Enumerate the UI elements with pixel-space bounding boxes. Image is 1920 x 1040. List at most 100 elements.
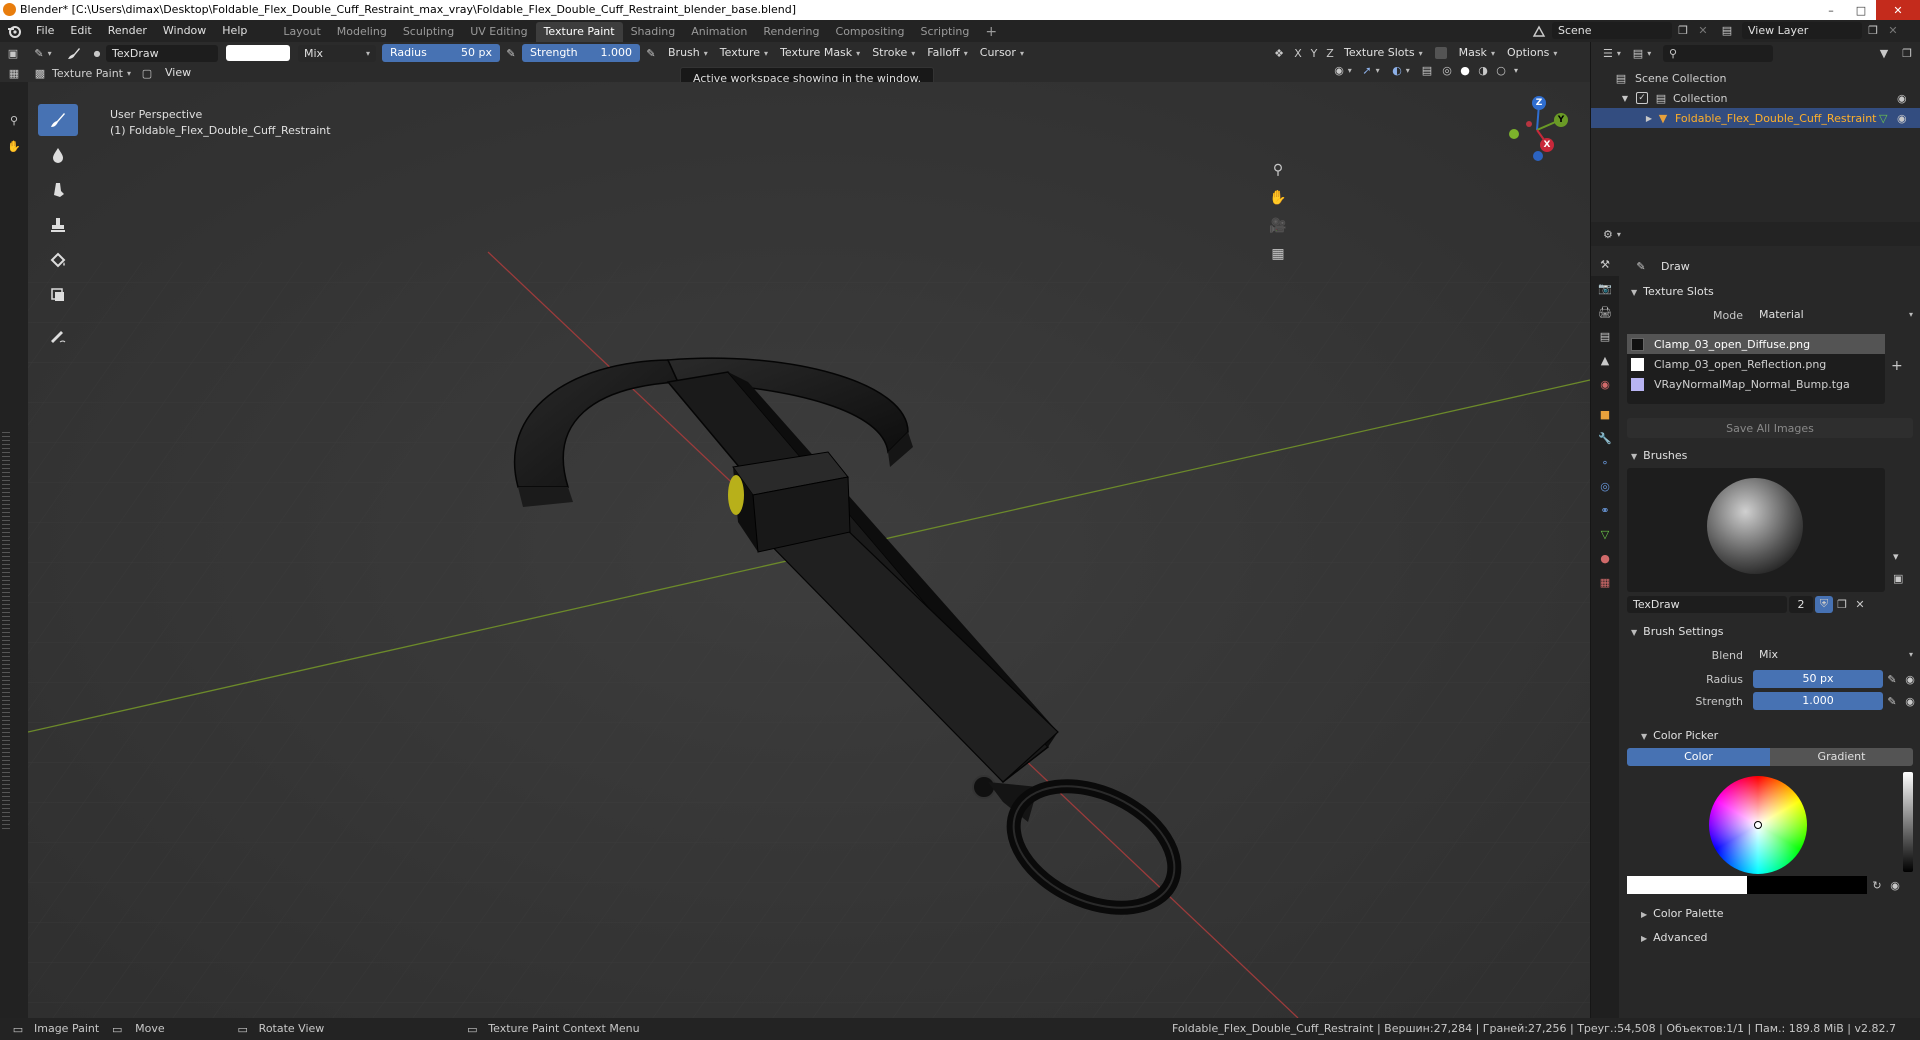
- brush-popover[interactable]: Brush ▾: [662, 44, 714, 62]
- expand-collection-icon[interactable]: ▼: [1619, 94, 1631, 103]
- shading-solid-icon[interactable]: ●: [1456, 64, 1474, 77]
- slot-item[interactable]: VRayNormalMap_Normal_Bump.tga: [1627, 374, 1885, 394]
- texture-slots-popover[interactable]: Texture Slots ▾: [1338, 44, 1429, 62]
- brush-name-field[interactable]: TexDraw: [106, 44, 218, 62]
- gizmo-y-axis[interactable]: Y: [1554, 113, 1568, 127]
- strength-pressure-icon[interactable]: ✎: [1883, 695, 1901, 708]
- shading-rendered-icon[interactable]: ○: [1492, 64, 1510, 77]
- strength-unified-icon[interactable]: ◉: [1901, 695, 1919, 708]
- tab-rendering[interactable]: Rendering: [755, 22, 827, 42]
- minimize-button[interactable]: –: [1816, 0, 1846, 20]
- radius-unit-icon[interactable]: ◉: [1901, 673, 1919, 686]
- blend-mode-dropdown[interactable]: Mix ▾: [298, 44, 376, 62]
- shading-wireframe-icon[interactable]: ◎: [1438, 64, 1456, 77]
- mirror-y-toggle[interactable]: Y: [1306, 47, 1322, 60]
- new-view-layer-icon[interactable]: ❐: [1862, 24, 1884, 37]
- blender-menu-icon[interactable]: [0, 20, 28, 42]
- mode-dropdown[interactable]: ▩ Texture Paint ▾: [28, 64, 135, 82]
- maximize-button[interactable]: □: [1846, 0, 1876, 20]
- tab-view-layer-icon[interactable]: ▤: [1591, 324, 1619, 348]
- slot-item[interactable]: Clamp_03_open_Diffuse.png: [1627, 334, 1885, 354]
- strength-slider[interactable]: Strength 1.000: [522, 44, 640, 62]
- tab-uv-editing[interactable]: UV Editing: [462, 22, 535, 42]
- filter-icon[interactable]: ▼: [1871, 47, 1897, 60]
- tool-soften[interactable]: [38, 139, 78, 171]
- zoom-icon[interactable]: ⚲: [4, 114, 24, 127]
- color-tab[interactable]: Color: [1627, 748, 1770, 766]
- hand-pan-icon[interactable]: ✋: [4, 140, 24, 153]
- falloff-popover[interactable]: Falloff ▾: [921, 44, 974, 62]
- advanced-panel-header[interactable]: ▶ Advanced: [1623, 926, 1919, 950]
- brush-color-swatch[interactable]: [226, 45, 290, 61]
- paint-mask-toggle-icon[interactable]: ▢: [135, 67, 159, 80]
- remove-scene-icon[interactable]: ✕: [1694, 24, 1712, 37]
- editor-type-3d-icon[interactable]: ▦: [0, 67, 28, 80]
- shading-material-icon[interactable]: ◑: [1474, 64, 1492, 77]
- add-workspace-icon[interactable]: +: [977, 22, 1005, 42]
- texture-popover[interactable]: Texture ▾: [713, 44, 775, 62]
- overlays-toggle-icon[interactable]: ◐ ▾: [1386, 64, 1416, 77]
- mask-checkbox[interactable]: [1434, 47, 1447, 59]
- visibility-icon[interactable]: ◉ ▾: [1330, 64, 1356, 77]
- tab-animation[interactable]: Animation: [683, 22, 755, 42]
- tab-output-icon[interactable]: 🖨: [1591, 300, 1619, 324]
- camera-view-icon[interactable]: 🎥: [1264, 212, 1292, 240]
- xray-toggle-icon[interactable]: ▤: [1416, 64, 1438, 77]
- brush-menu-icon[interactable]: ▾: [1893, 550, 1899, 563]
- remove-view-layer-icon[interactable]: ✕: [1884, 24, 1902, 37]
- outliner-editor-type-icon[interactable]: ☰ ▾: [1597, 47, 1627, 60]
- tab-modeling[interactable]: Modeling: [329, 22, 395, 42]
- pan-view-icon[interactable]: ✋: [1264, 184, 1292, 212]
- gizmo-toggle-icon[interactable]: ➚ ▾: [1356, 64, 1386, 77]
- outliner-object-row[interactable]: ▶ ▼ Foldable_Flex_Double_Cuff_Restraint …: [1591, 108, 1920, 128]
- tab-texture-icon[interactable]: ▦: [1591, 570, 1619, 594]
- outliner-collection[interactable]: ▼ ✓ ▤ Collection ◉: [1591, 88, 1920, 108]
- tool-mask[interactable]: [38, 279, 78, 311]
- properties-editor-type-icon[interactable]: ⚙ ▾: [1597, 228, 1627, 241]
- tab-scene-icon[interactable]: ▲: [1591, 348, 1619, 372]
- menu-help[interactable]: Help: [214, 20, 255, 42]
- tab-layout[interactable]: Layout: [275, 22, 328, 42]
- add-slot-icon[interactable]: +: [1891, 358, 1903, 374]
- symmetry-icon[interactable]: ❖: [1268, 47, 1290, 60]
- stroke-popover[interactable]: Stroke ▾: [866, 44, 922, 62]
- tool-dropdown-icon[interactable]: ✎ ▾: [26, 47, 60, 60]
- new-scene-icon[interactable]: ❐: [1672, 24, 1694, 37]
- gradient-tab[interactable]: Gradient: [1770, 748, 1913, 766]
- tab-scripting[interactable]: Scripting: [912, 22, 977, 42]
- brushes-panel-header[interactable]: ▼ Brushes: [1623, 444, 1919, 468]
- display-mode-icon[interactable]: ▤ ▾: [1627, 47, 1657, 60]
- brush-image-icon[interactable]: ▣: [1893, 572, 1903, 585]
- tab-sculpting[interactable]: Sculpting: [395, 22, 462, 42]
- outliner-search-input[interactable]: ⚲: [1663, 44, 1773, 62]
- view-menu[interactable]: View: [159, 64, 198, 82]
- tab-world-icon[interactable]: ◉: [1591, 372, 1619, 396]
- mirror-z-toggle[interactable]: Z: [1322, 47, 1338, 60]
- tool-fill[interactable]: [38, 244, 78, 276]
- gizmo-x-axis[interactable]: X: [1540, 138, 1554, 152]
- mask-popover[interactable]: Mask ▾: [1452, 44, 1501, 62]
- collection-visibility-icon[interactable]: ◉: [1897, 92, 1907, 105]
- primary-color-swatch[interactable]: [1627, 876, 1747, 894]
- navigation-gizmo[interactable]: Z Y X: [1502, 94, 1572, 164]
- secondary-color-swatch[interactable]: [1747, 876, 1867, 894]
- brush-icon[interactable]: [60, 45, 88, 61]
- brush-preview[interactable]: [1627, 468, 1885, 592]
- tab-physics-icon[interactable]: ◎: [1591, 474, 1619, 498]
- tab-modifiers-icon[interactable]: 🔧: [1591, 426, 1619, 450]
- tab-particles-icon[interactable]: ∘: [1591, 450, 1619, 474]
- color-palette-panel-header[interactable]: ▶ Color Palette: [1623, 902, 1919, 926]
- object-visibility-icon[interactable]: ◉: [1897, 112, 1907, 125]
- scene-icon[interactable]: [1526, 24, 1552, 38]
- new-collection-icon[interactable]: ❐: [1897, 47, 1917, 60]
- menu-render[interactable]: Render: [100, 20, 155, 42]
- texture-mask-popover[interactable]: Texture Mask ▾: [774, 44, 867, 62]
- editor-type-icon[interactable]: ▣: [0, 47, 26, 60]
- strength-field[interactable]: 1.000: [1753, 692, 1883, 710]
- radius-pressure-icon[interactable]: ✎: [500, 47, 522, 60]
- menu-window[interactable]: Window: [155, 20, 214, 42]
- duplicate-brush-icon[interactable]: ❐: [1833, 598, 1851, 611]
- expand-object-icon[interactable]: ▶: [1643, 114, 1655, 123]
- radius-pressure-icon[interactable]: ✎: [1883, 673, 1901, 686]
- brush-name-field[interactable]: TexDraw: [1627, 595, 1787, 613]
